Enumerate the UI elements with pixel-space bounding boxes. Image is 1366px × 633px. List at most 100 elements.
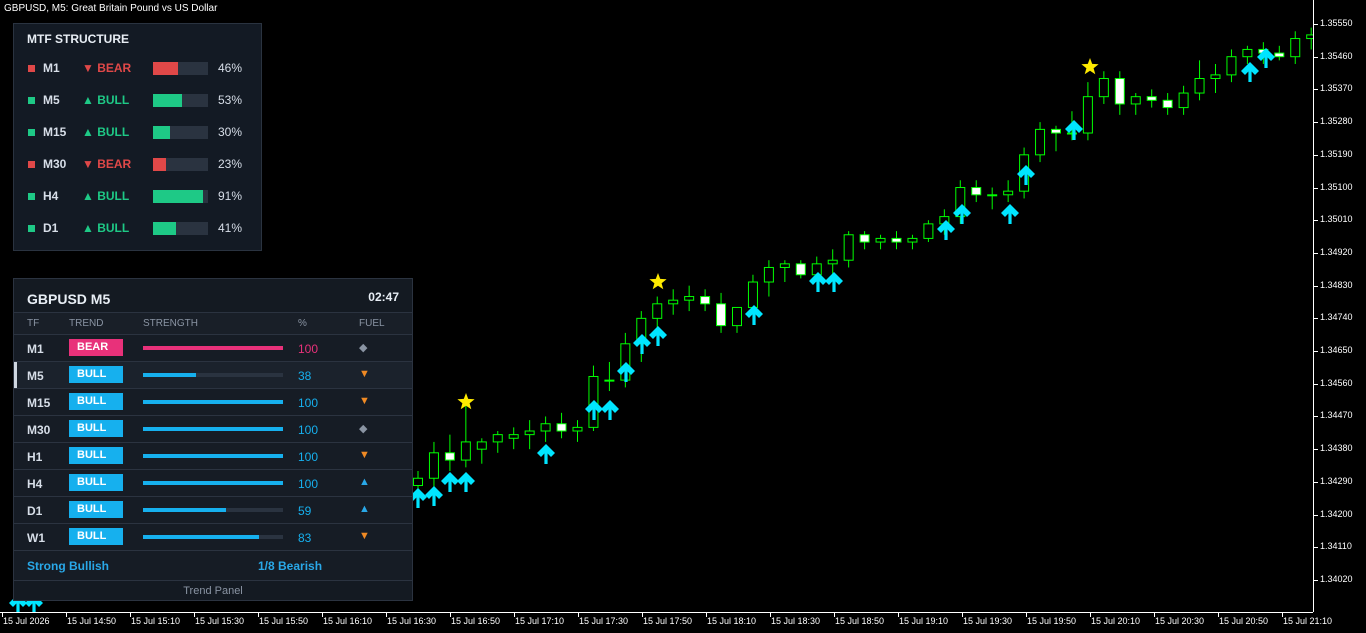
time-label: 15 Jul 17:50 bbox=[643, 616, 693, 626]
buy-arrow-icon bbox=[1065, 120, 1083, 140]
mtf-timeframe: M5 bbox=[43, 93, 60, 107]
trend-timeframe: H4 bbox=[27, 477, 43, 491]
mtf-row-m30: M30 ▼ BEAR 23% bbox=[14, 154, 263, 174]
candle-body bbox=[716, 303, 727, 327]
candle-body bbox=[1114, 78, 1125, 105]
trend-strength-bar bbox=[143, 535, 283, 539]
candle-body bbox=[1178, 92, 1189, 109]
candle bbox=[1098, 71, 1109, 104]
candle-body bbox=[843, 234, 854, 261]
candle-body bbox=[1051, 128, 1061, 134]
candle bbox=[444, 434, 455, 471]
time-label: 15 Jul 20:50 bbox=[1219, 616, 1269, 626]
time-label: 15 Jul 18:50 bbox=[835, 616, 885, 626]
trend-percent: 100 bbox=[298, 477, 319, 491]
candle-body bbox=[524, 430, 535, 436]
trend-panel: GBPUSD M5 02:47 TF TREND STRENGTH % FUEL… bbox=[13, 278, 413, 601]
fuel-icon: ▲ bbox=[359, 503, 370, 515]
trend-strength-bar bbox=[143, 454, 283, 458]
trend-strength-fill bbox=[143, 508, 226, 512]
candle bbox=[492, 431, 503, 453]
price-label: 1.34830 bbox=[1320, 279, 1353, 290]
mtf-strength-fill bbox=[153, 190, 204, 203]
trend-strength-bar bbox=[143, 373, 283, 377]
candle bbox=[604, 361, 615, 392]
candle bbox=[1242, 45, 1253, 64]
trend-row-m1[interactable]: M1 BEAR 100 ◆ bbox=[14, 334, 412, 361]
candle bbox=[652, 296, 663, 330]
candle bbox=[907, 234, 918, 250]
trend-row-h1[interactable]: H1 BULL 100 ▼ bbox=[14, 442, 412, 469]
candle-body bbox=[875, 237, 886, 243]
price-axis[interactable]: 1.35550 1.35460 1.35370 1.35280 1.35190 1.351… bbox=[1313, 0, 1366, 612]
price-label: 1.35460 bbox=[1320, 50, 1353, 61]
candle-body bbox=[1290, 38, 1301, 58]
price-tick bbox=[1314, 252, 1318, 254]
candle-body bbox=[1035, 128, 1046, 156]
price-label: 1.34650 bbox=[1320, 345, 1353, 355]
trend-strength-bar bbox=[143, 508, 283, 512]
price-label: 1.35370 bbox=[1320, 83, 1353, 94]
trend-row-m5[interactable]: M5 BULL 38 ▼ bbox=[14, 361, 412, 388]
star-icon bbox=[1081, 58, 1099, 75]
mtf-percent: 30% bbox=[218, 125, 243, 139]
price-tick bbox=[1314, 285, 1318, 287]
candle-body bbox=[779, 263, 790, 268]
time-label: 15 Jul 20:10 bbox=[1091, 616, 1141, 626]
candle bbox=[1178, 85, 1189, 115]
price-tick bbox=[1314, 220, 1318, 222]
price-label: 1.35550 bbox=[1320, 18, 1353, 28]
mtf-timeframe: M1 bbox=[43, 61, 60, 75]
trend-row-m30[interactable]: M30 BULL 100 ◆ bbox=[14, 415, 412, 442]
candle bbox=[971, 180, 982, 203]
candle-body bbox=[508, 434, 519, 439]
time-label: 15 Jul 18:30 bbox=[771, 616, 821, 626]
candle bbox=[476, 438, 487, 464]
buy-arrow-icon bbox=[441, 472, 459, 492]
candle bbox=[891, 231, 902, 250]
price-label: 1.34290 bbox=[1320, 475, 1353, 486]
candle-body bbox=[444, 452, 455, 461]
candle-body bbox=[413, 477, 423, 487]
candle bbox=[1082, 82, 1093, 141]
trend-strength-fill bbox=[143, 481, 283, 485]
candle-body bbox=[1274, 52, 1285, 58]
candle bbox=[1210, 63, 1221, 94]
candle bbox=[1146, 89, 1157, 108]
trend-timeframe: M1 bbox=[27, 342, 44, 356]
mtf-percent: 23% bbox=[218, 157, 243, 171]
trend-percent: 100 bbox=[298, 450, 319, 464]
candle-body bbox=[923, 223, 934, 239]
time-label: 15 Jul 15:30 bbox=[195, 616, 245, 626]
price-tick bbox=[1314, 24, 1318, 25]
mtf-strength-fill bbox=[153, 126, 170, 139]
candle-body bbox=[668, 299, 679, 305]
time-axis[interactable]: 15 Jul 2026 15 Jul 14:50 15 Jul 15:10 15 Ju… bbox=[0, 612, 1332, 633]
candle-body bbox=[987, 194, 998, 197]
candle-body bbox=[1082, 96, 1093, 134]
mtf-row-m5: M5 ▲ BULL 53% bbox=[14, 90, 263, 110]
trend-strength-fill bbox=[143, 373, 197, 377]
trend-badge: BULL bbox=[69, 447, 123, 464]
price-tick bbox=[1314, 416, 1318, 418]
buy-arrow-icon bbox=[425, 486, 443, 506]
trend-row-h4[interactable]: H4 BULL 100 ▲ bbox=[14, 469, 412, 496]
candle bbox=[875, 234, 886, 250]
mtf-strength-bar bbox=[153, 190, 208, 203]
price-label: 1.34920 bbox=[1320, 246, 1353, 257]
trend-row-m15[interactable]: M15 BULL 100 ▼ bbox=[14, 388, 412, 415]
candle-body bbox=[1194, 78, 1205, 94]
trend-percent: 59 bbox=[298, 504, 312, 518]
mtf-strength-bar bbox=[153, 94, 208, 107]
mtf-timeframe: H4 bbox=[43, 189, 59, 203]
candle-body bbox=[556, 423, 567, 432]
candle-body bbox=[1210, 74, 1221, 80]
candle bbox=[763, 260, 774, 297]
fuel-icon: ▼ bbox=[359, 530, 370, 542]
trend-row-w1[interactable]: W1 BULL 83 ▼ bbox=[14, 523, 412, 550]
trend-row-d1[interactable]: D1 BULL 59 ▲ bbox=[14, 496, 412, 523]
buy-arrow-icon bbox=[1001, 204, 1019, 224]
trend-badge: BULL bbox=[69, 393, 123, 410]
buy-arrow-icon bbox=[585, 400, 603, 420]
candle bbox=[588, 365, 599, 432]
